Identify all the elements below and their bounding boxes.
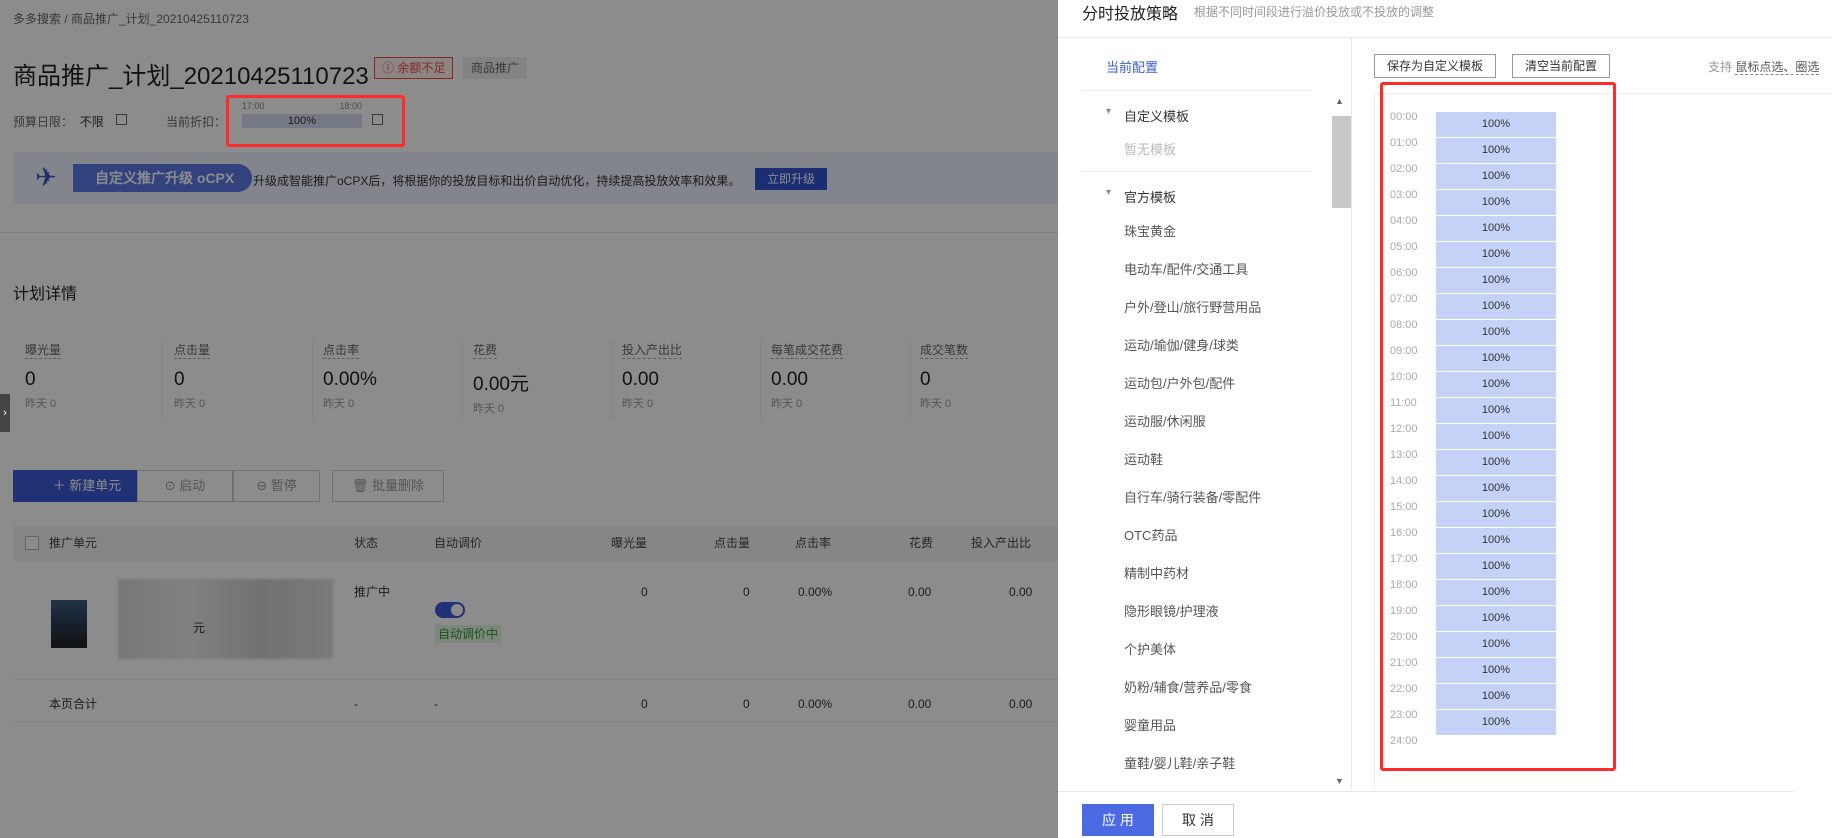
scroll-down-icon[interactable]: ▼ (1335, 776, 1344, 786)
template-item[interactable]: 电动车/配件/交通工具 (1124, 259, 1248, 278)
clear-config-button[interactable]: 清空当前配置 (1512, 54, 1611, 78)
template-item[interactable]: 运动包/户外包/配件 (1124, 373, 1235, 392)
template-panel: 当前配置 自定义模板 暂无模板 官方模板 珠宝黄金电动车/配件/交通工具户外/登… (1082, 38, 1352, 790)
template-item[interactable]: 户外/登山/旅行野营用品 (1124, 297, 1261, 316)
highlight-box-discount (226, 95, 405, 147)
template-item[interactable]: 童鞋/婴儿鞋/亲子鞋 (1124, 753, 1235, 772)
campaign-detail-page: 多多搜索 / 商品推广_计划_20210425110723 商品推广_计划_20… (0, 0, 1058, 838)
template-item[interactable]: 个护美体 (1124, 639, 1176, 658)
scrollbar-thumb[interactable] (1332, 116, 1351, 208)
divider (1082, 171, 1312, 172)
template-item[interactable]: 精制中药材 (1124, 563, 1189, 582)
template-item[interactable]: 运动服/休闲服 (1124, 411, 1206, 430)
apply-button[interactable]: 应 用 (1082, 804, 1154, 836)
current-config-link[interactable]: 当前配置 (1106, 57, 1158, 76)
drawer-title: 分时投放策略 (1082, 6, 1179, 23)
template-item[interactable]: 婴童用品 (1124, 715, 1176, 734)
official-template-group[interactable]: 官方模板 (1106, 187, 1176, 206)
template-item[interactable]: OTC药品 (1124, 525, 1177, 544)
divider (1082, 90, 1312, 91)
template-item[interactable]: 运动鞋 (1124, 449, 1163, 468)
drawer-subtitle: 根据不同时间段进行溢价投放或不投放的调整 (1194, 5, 1435, 19)
no-template-text: 暂无模板 (1124, 142, 1177, 157)
chevron-right-icon[interactable]: › (0, 394, 10, 432)
support-link: 鼠标点选、圈选 (1735, 60, 1820, 75)
template-item[interactable]: 隐形眼镜/护理液 (1124, 601, 1219, 620)
support-hint: 支持 鼠标点选、圈选 (1708, 58, 1820, 75)
cancel-button[interactable]: 取 消 (1162, 804, 1234, 836)
custom-template-group[interactable]: 自定义模板 (1106, 106, 1189, 125)
divider (1058, 791, 1794, 792)
divider (1374, 93, 1375, 790)
template-item[interactable]: 珠宝黄金 (1124, 221, 1176, 240)
save-as-template-button[interactable]: 保存为自定义模板 (1374, 54, 1497, 78)
modal-mask[interactable] (0, 0, 1058, 838)
highlight-box-hours (1380, 82, 1616, 771)
template-item[interactable]: 运动/瑜伽/健身/球类 (1124, 335, 1239, 354)
template-item[interactable]: 自行车/骑行装备/零配件 (1124, 487, 1261, 506)
template-item[interactable]: 奶粉/辅食/营养品/零食 (1124, 677, 1252, 696)
time-strategy-drawer: 分时投放策略 根据不同时间段进行溢价投放或不投放的调整 当前配置 自定义模板 暂… (1058, 0, 1832, 838)
page: 多多搜索 / 商品推广_计划_20210425110723 商品推广_计划_20… (0, 0, 1832, 838)
scroll-up-icon[interactable]: ▲ (1335, 96, 1344, 106)
support-text: 支持 (1708, 60, 1733, 74)
